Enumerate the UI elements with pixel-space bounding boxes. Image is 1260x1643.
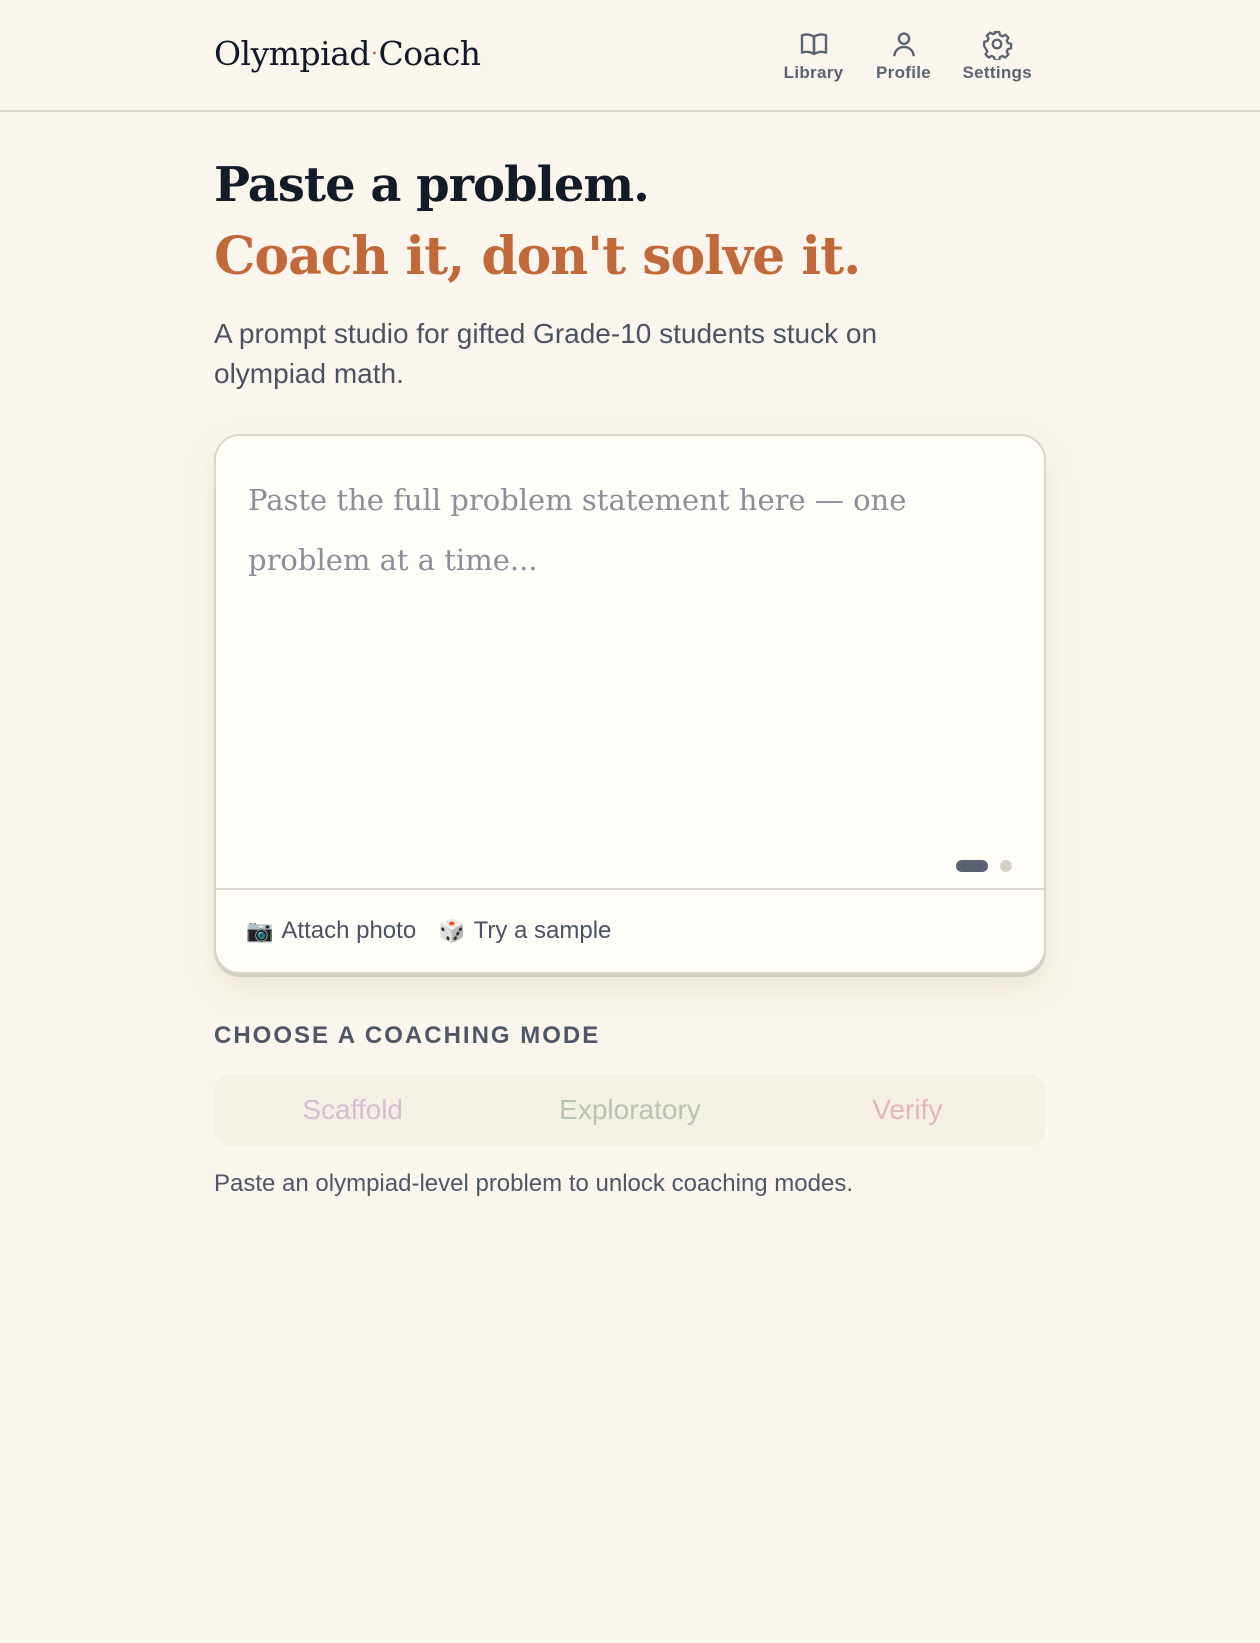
main-nav: Library Profile Settings: [783, 28, 1032, 83]
brand-name-second: Coach: [378, 34, 482, 73]
top-bar: Olympiad·Coach Library Profile Settings: [0, 0, 1260, 112]
problem-editor-card: 📷 Attach photo 🎲 Try a sample: [214, 434, 1046, 974]
dice-icon: 🎲: [438, 918, 466, 943]
camera-icon: 📷: [246, 918, 274, 943]
brand-name-first: Olympiad: [214, 34, 371, 73]
try-sample-button[interactable]: 🎲 Try a sample: [438, 917, 611, 945]
main-content: Paste a problem. Coach it, don't solve i…: [214, 150, 1046, 1198]
attach-photo-label: Attach photo: [281, 917, 417, 944]
pager-active-indicator[interactable]: [956, 860, 988, 872]
mode-exploratory[interactable]: Exploratory: [491, 1094, 768, 1126]
nav-settings[interactable]: Settings: [963, 28, 1032, 83]
pager-dot[interactable]: [1000, 860, 1012, 872]
nav-library[interactable]: Library: [783, 28, 845, 83]
gear-icon: [981, 28, 1013, 60]
try-sample-label: Try a sample: [473, 917, 612, 944]
modes-locked-hint: Paste an olympiad-level problem to unloc…: [214, 1170, 854, 1197]
book-icon: [798, 28, 830, 60]
user-icon: [888, 28, 920, 60]
editor-toolbar: 📷 Attach photo 🎲 Try a sample: [216, 888, 1044, 972]
mode-scaffold[interactable]: Scaffold: [214, 1094, 491, 1126]
brand-logo[interactable]: Olympiad·Coach: [214, 34, 481, 73]
nav-profile-label: Profile: [876, 63, 932, 82]
nav-profile[interactable]: Profile: [873, 28, 935, 83]
nav-settings-label: Settings: [962, 63, 1032, 82]
brand-dot: ·: [371, 42, 378, 67]
mode-verify[interactable]: Verify: [769, 1094, 1046, 1126]
nav-library-label: Library: [783, 63, 844, 82]
page-subtitle: A prompt studio for gifted Grade-10 stud…: [214, 318, 878, 389]
problem-input[interactable]: [248, 470, 1018, 820]
attach-photo-button[interactable]: 📷 Attach photo: [246, 917, 416, 945]
page-title: Paste a problem.: [214, 157, 650, 213]
page-tagline: Coach it, don't solve it.: [214, 226, 861, 287]
coaching-mode-heading: CHOOSE A COACHING MODE: [214, 1022, 601, 1049]
coaching-mode-selector: Scaffold Exploratory Verify: [214, 1074, 1046, 1146]
editor-pager: [956, 860, 1012, 872]
